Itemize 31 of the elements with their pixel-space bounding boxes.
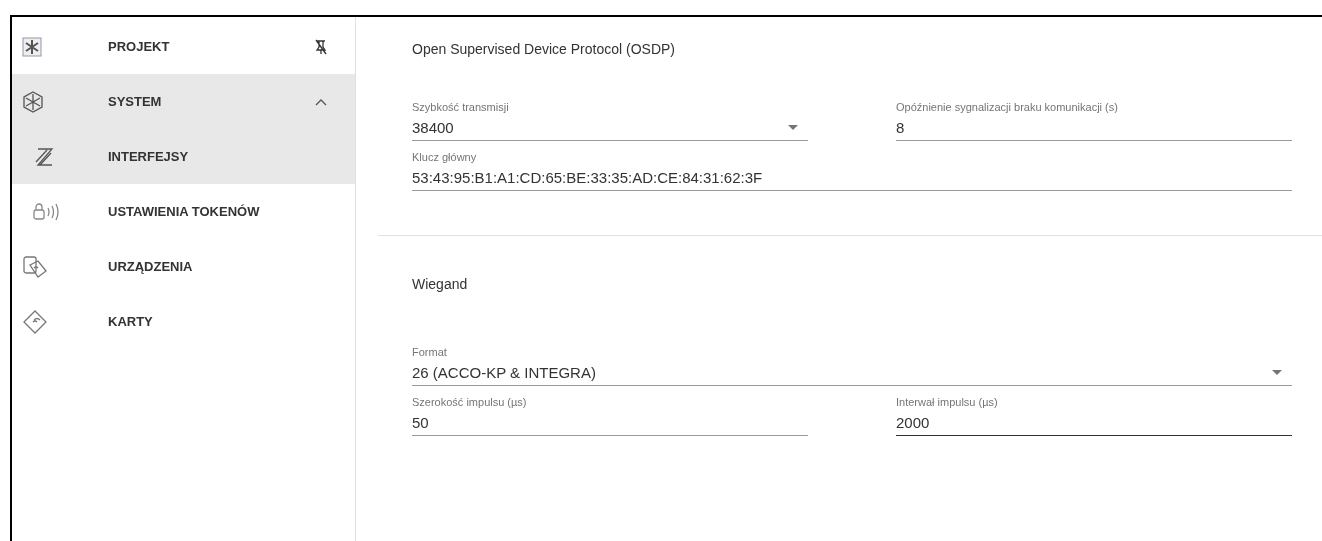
input-field[interactable]: Interwał impulsu (µs) 2000	[896, 396, 1292, 436]
dropdown-arrow-icon	[1272, 370, 1282, 375]
field-label: Szybkość transmisji	[412, 101, 510, 113]
input-field[interactable]: Szerokość impulsu (µs) 50	[412, 396, 808, 436]
sidebar-item[interactable]: SYSTEM	[12, 74, 355, 129]
input-field[interactable]: Klucz główny 53:43:95:B1:A1:CD:65:BE:33:35:AD:CE:84:31:62:3F	[412, 151, 1292, 191]
section-title: Wiegand	[412, 276, 469, 292]
field-value: 2000	[896, 414, 930, 431]
sidebar-header-label: PROJEKT	[108, 39, 171, 54]
dropdown-field[interactable]: Format 26 (ACCO-KP & INTEGRA)	[412, 346, 1292, 386]
padlock-signal-icon	[32, 201, 60, 222]
field-value: 26 (ACCO-KP & INTEGRA)	[412, 364, 596, 381]
dropdown-field[interactable]: Szybkość transmisji 38400	[412, 101, 808, 141]
field-label: Opóźnienie sygnalizacji braku komunikacji (s)	[896, 101, 1119, 113]
field-label: Szerokość impulsu (µs)	[412, 396, 528, 408]
pin-off-icon[interactable]	[315, 38, 327, 55]
section-title: Open Supervised Device Protocol (OSDP)	[412, 41, 676, 57]
field-value: 50	[412, 414, 429, 431]
snowflake-hexagon-icon	[22, 90, 44, 113]
input-field[interactable]: Opóźnienie sygnalizacji braku komunikacji (s) 8	[896, 101, 1292, 141]
field-value: 8	[896, 119, 905, 136]
field-value: 38400	[412, 119, 454, 136]
field-label: Format	[412, 346, 448, 358]
card-reader-icon	[22, 254, 48, 279]
snowflake-square-icon	[22, 36, 42, 57]
dropdown-arrow-icon	[788, 125, 798, 130]
sidebar-item[interactable]: INTERFEJSY	[12, 129, 355, 184]
field-label: Interwał impulsu (µs)	[896, 396, 999, 408]
field-label: Klucz główny	[412, 151, 478, 163]
card-icon	[22, 308, 48, 335]
field-value: 53:43:95:B1:A1:CD:65:BE:33:35:AD:CE:84:31:62:3F	[412, 169, 763, 186]
